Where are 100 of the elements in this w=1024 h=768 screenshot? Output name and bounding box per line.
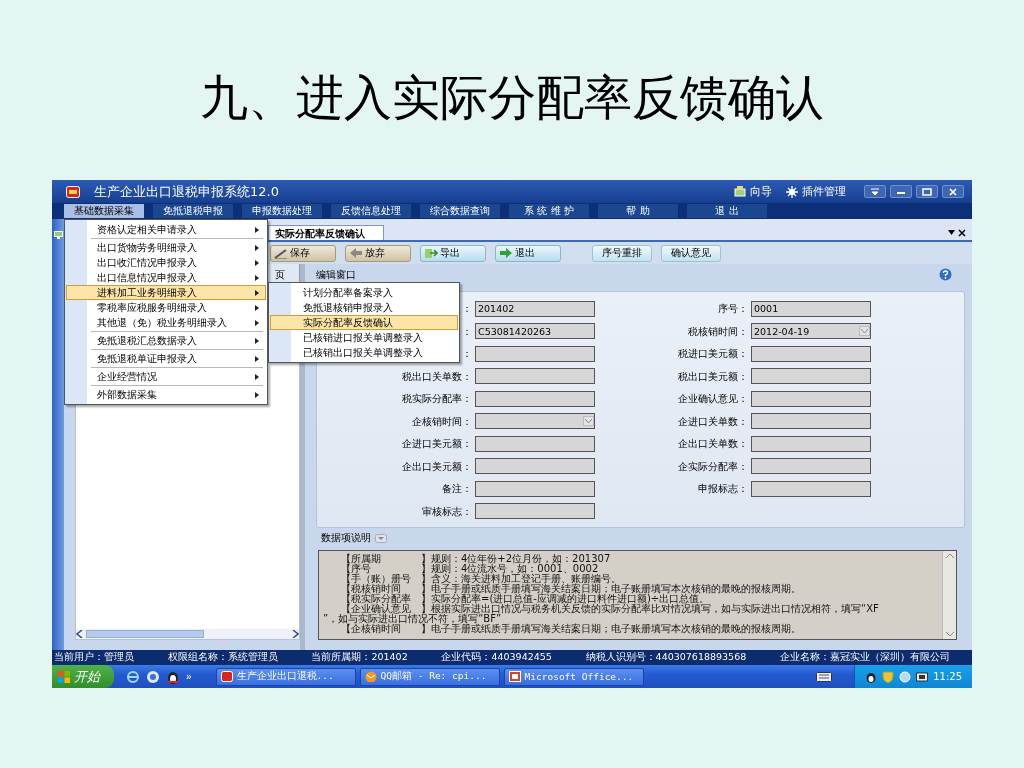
- menu-item[interactable]: 实际分配率反馈确认: [270, 315, 458, 330]
- input-field[interactable]: [475, 480, 595, 497]
- input-field[interactable]: [475, 390, 595, 407]
- field-description: 】根据实际进出口情况与税务机关反馈的实际分配率比对情况填写，如与实际进出口情况相符，填写“XF: [421, 603, 879, 614]
- toolbar-button[interactable]: 序号重排: [592, 244, 652, 262]
- taskbar-button[interactable]: Microsoft Office...: [503, 667, 644, 686]
- input-field[interactable]: [751, 390, 871, 407]
- vertical-scrollbar[interactable]: [942, 551, 956, 639]
- field-label: 税实际分配率：: [402, 393, 472, 404]
- menu-item[interactable]: 出口货物劳务明细录入: [66, 240, 266, 255]
- taskbar-button[interactable]: 生产企业出口退税...: [215, 667, 356, 686]
- status-text: 纳税人识别号：440307618893568: [585, 651, 747, 664]
- toolbar-button[interactable]: 放弃: [345, 244, 411, 262]
- scrollbar-thumb[interactable]: [86, 630, 204, 638]
- input-field[interactable]: [751, 345, 871, 362]
- pen-icon: [274, 247, 288, 259]
- toolbar-button[interactable]: 导出: [420, 244, 486, 262]
- header-link[interactable]: 向导: [750, 184, 772, 199]
- field-key: 【税实际分配率: [323, 594, 421, 604]
- slide-title: 九、进入实际分配率反馈确认: [200, 68, 824, 127]
- input-field[interactable]: [475, 503, 595, 519]
- input-field[interactable]: [751, 368, 871, 384]
- column-header-label: 页: [275, 267, 285, 282]
- submenu-arrow-icon: [255, 373, 259, 380]
- menu-item[interactable]: 退 出: [687, 204, 767, 218]
- input-field[interactable]: [475, 458, 595, 474]
- field-key: 【税核销时间: [323, 584, 421, 594]
- browser-icon: [126, 669, 140, 684]
- status-text: 当前所属期：201402: [311, 651, 408, 664]
- field-label: 企出口关单数：: [678, 438, 748, 449]
- field-description: 】电子手册或纸质手册填写海关结案日期；电子账册填写本次核销的最晚的报核周期。: [421, 583, 801, 594]
- input-field[interactable]: [751, 458, 871, 474]
- chevron-down-icon: [861, 329, 868, 333]
- status-text: 企业代码：4403942455: [441, 651, 552, 664]
- menu-item[interactable]: 免抵退税申报: [153, 204, 233, 218]
- document-icon: [508, 671, 521, 682]
- menu-item[interactable]: 外部数据采集: [66, 387, 266, 402]
- input-field[interactable]: C53081420263: [475, 323, 595, 339]
- submenu-arrow-icon: [255, 226, 259, 233]
- field-label: 审核标志：: [422, 505, 472, 517]
- dropdown-field[interactable]: [475, 413, 595, 429]
- penguin-icon: [166, 669, 180, 684]
- menu-item[interactable]: 进料加工业务明细录入: [66, 285, 266, 300]
- input-field[interactable]: [751, 435, 871, 452]
- mail-icon: [364, 671, 377, 682]
- input-field[interactable]: 201402: [475, 300, 595, 317]
- field-label: 序号：: [718, 303, 748, 314]
- field-label: 税出口美元额：: [678, 370, 748, 382]
- dropdown-field[interactable]: 2012-04-19: [751, 323, 871, 339]
- menu-item[interactable]: 反馈信息处理: [331, 204, 411, 218]
- field-label: 企实际分配率：: [678, 460, 748, 472]
- tab[interactable]: 实际分配率反馈确认: [268, 225, 384, 240]
- input-field[interactable]: [751, 480, 871, 497]
- menu-item[interactable]: 已核销出口报关单调整录入: [270, 345, 458, 360]
- taskbar-button[interactable]: QQ邮箱 - Re: cpi...: [359, 667, 500, 686]
- menu-item[interactable]: 已核销进口报关单调整录入: [270, 330, 458, 345]
- minimize-button[interactable]: [890, 185, 912, 198]
- monitor-icon: [53, 231, 63, 239]
- submenu-arrow-icon: [255, 319, 259, 326]
- menu-item[interactable]: 免抵退核销申报录入: [270, 300, 458, 315]
- menu-item[interactable]: 免抵退税单证申报录入: [66, 351, 266, 366]
- close-button[interactable]: [942, 185, 964, 198]
- menu-item[interactable]: 帮 助: [598, 204, 678, 218]
- menu-item[interactable]: 申报数据处理: [242, 204, 322, 218]
- status-text: 当前用户：管理员: [54, 651, 134, 664]
- dropdown-button[interactable]: [864, 185, 886, 198]
- more-button[interactable]: »: [186, 671, 192, 682]
- help-icon: [939, 268, 952, 281]
- toolbar-button[interactable]: 退出: [495, 244, 561, 262]
- menu-item[interactable]: 资格认定相关申请录入: [66, 222, 266, 237]
- toolbar-button[interactable]: 保存: [270, 244, 336, 262]
- section-title: 数据项说明: [321, 531, 371, 545]
- input-field[interactable]: 0001: [751, 300, 871, 317]
- toolbar-button[interactable]: 确认意见: [661, 244, 721, 262]
- menu-item[interactable]: 系 统 维 护: [509, 204, 589, 218]
- menu-item[interactable]: 企业经营情况: [66, 369, 266, 384]
- field-label: 备注：: [442, 483, 472, 494]
- field-description: 】规则：4位年份+2位月份，如：201307: [421, 553, 611, 564]
- menu-item[interactable]: 零税率应税服务明细录入: [66, 300, 266, 315]
- input-field[interactable]: [475, 345, 595, 362]
- input-field[interactable]: [475, 368, 595, 384]
- menu-item[interactable]: 出口收汇情况申报录入: [66, 255, 266, 270]
- menu-item[interactable]: 其他退（免）税业务明细录入: [66, 315, 266, 330]
- menu-item[interactable]: 免抵退税汇总数据录入: [66, 333, 266, 348]
- collapse-icon: [375, 533, 387, 543]
- guide-icon: [734, 185, 746, 198]
- field-description: 】规则：4位流水号，如：0001、0002: [421, 563, 599, 574]
- input-field[interactable]: [475, 435, 595, 452]
- input-field[interactable]: [751, 413, 871, 429]
- menu-item[interactable]: 出口信息情况申报录入: [66, 270, 266, 285]
- menu-item[interactable]: 计划分配率备案录入: [270, 285, 458, 300]
- menu-item[interactable]: 综合数据查询: [420, 204, 500, 218]
- field-description: 】实际分配率=(进口总值-应调减的进口料件进口额)÷出口总值。: [421, 593, 710, 604]
- field-label: ：: [462, 325, 472, 337]
- horizontal-scrollbar[interactable]: [76, 629, 299, 639]
- header-link[interactable]: 插件管理: [802, 184, 846, 199]
- status-text: 权限组名称：系统管理员: [167, 651, 278, 664]
- app-logo-icon: [220, 671, 233, 682]
- restore-button[interactable]: [916, 185, 938, 198]
- menu-item[interactable]: 基础数据采集: [64, 204, 144, 218]
